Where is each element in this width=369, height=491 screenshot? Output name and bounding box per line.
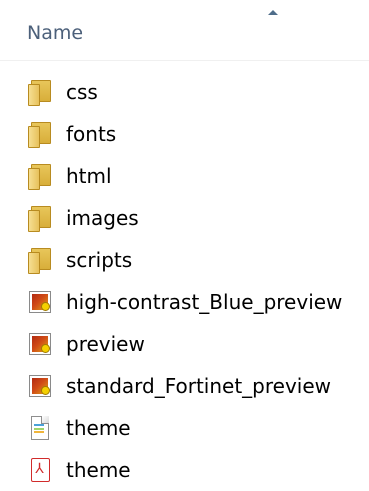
list-item-css[interactable]: css bbox=[26, 75, 98, 109]
image-file-icon bbox=[26, 374, 56, 398]
item-label: images bbox=[66, 206, 139, 230]
list-item-theme-file[interactable]: theme bbox=[26, 411, 131, 445]
item-label: scripts bbox=[66, 248, 133, 272]
column-header: Name bbox=[0, 0, 369, 61]
list-item-preview[interactable]: preview bbox=[26, 327, 145, 361]
list-item-fonts[interactable]: fonts bbox=[26, 117, 116, 151]
list-item-scripts[interactable]: scripts bbox=[26, 243, 132, 277]
item-label: theme bbox=[66, 416, 131, 440]
text-file-icon bbox=[26, 416, 56, 440]
name-column-header[interactable]: Name bbox=[27, 22, 83, 44]
folder-icon bbox=[26, 164, 56, 190]
item-label: theme bbox=[66, 458, 131, 482]
list-item-high-contrast-blue-preview[interactable]: high-contrast_Blue_preview bbox=[26, 285, 342, 319]
sort-ascending-icon[interactable] bbox=[268, 10, 278, 15]
folder-icon bbox=[26, 248, 56, 274]
list-item-theme-pdf[interactable]: ⅄ theme bbox=[26, 453, 131, 487]
image-file-icon bbox=[26, 332, 56, 356]
item-label: preview bbox=[66, 332, 145, 356]
list-item-images[interactable]: images bbox=[26, 201, 139, 235]
item-label: high-contrast_Blue_preview bbox=[66, 290, 343, 314]
folder-icon bbox=[26, 80, 56, 106]
list-item-standard-fortinet-preview[interactable]: standard_Fortinet_preview bbox=[26, 369, 331, 403]
item-label: fonts bbox=[66, 122, 117, 146]
list-item-html[interactable]: html bbox=[26, 159, 112, 193]
folder-icon bbox=[26, 122, 56, 148]
item-label: standard_Fortinet_preview bbox=[66, 374, 332, 398]
item-label: html bbox=[66, 164, 112, 188]
image-file-icon bbox=[26, 290, 56, 314]
folder-icon bbox=[26, 206, 56, 232]
pdf-file-icon: ⅄ bbox=[26, 458, 56, 482]
item-label: css bbox=[66, 80, 98, 104]
